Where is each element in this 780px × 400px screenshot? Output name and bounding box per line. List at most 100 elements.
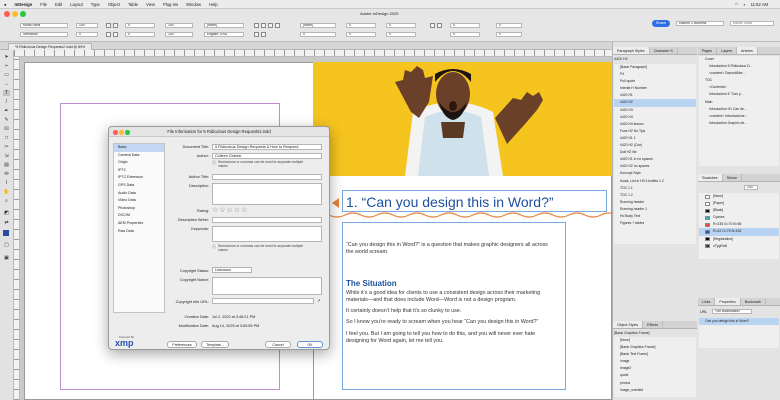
justify-icon[interactable] bbox=[275, 23, 280, 28]
rating-stars[interactable]: ☆☆☆☆☆ bbox=[212, 206, 248, 214]
para-style-field[interactable]: [None] bbox=[300, 23, 336, 28]
style-item-selected[interactable]: 4420 H2 bbox=[614, 99, 696, 107]
tint-field[interactable]: 100 bbox=[744, 185, 758, 190]
tab-links[interactable]: Links bbox=[698, 298, 716, 305]
shading-icon[interactable] bbox=[430, 23, 435, 28]
category-gps-data[interactable]: GPS Data bbox=[114, 182, 164, 190]
style-item[interactable]: P4 bbox=[614, 71, 696, 78]
category-camera-data[interactable]: Camera Data bbox=[114, 152, 164, 160]
category-dicom[interactable]: DICOM bbox=[114, 212, 164, 220]
template-button[interactable]: Template... bbox=[201, 341, 229, 348]
style-item[interactable]: [Basic Paragraph] bbox=[614, 64, 696, 71]
menu-help[interactable]: Help bbox=[209, 2, 218, 7]
tab-object-styles[interactable]: Object Styles bbox=[613, 321, 644, 328]
menu-plugins[interactable]: Plug-ins bbox=[163, 2, 178, 7]
category-origin[interactable]: Origin bbox=[114, 159, 164, 167]
article-item[interactable]: Cover bbox=[699, 56, 779, 63]
columns-field[interactable]: 0 bbox=[450, 23, 480, 28]
style-item[interactable]: TOC 1.2 bbox=[614, 192, 696, 199]
style-item[interactable]: Running header 1 bbox=[614, 206, 696, 213]
scale-v-field[interactable]: 100 bbox=[165, 32, 193, 37]
eyedropper-tool-icon[interactable]: ⌇ bbox=[3, 180, 10, 186]
stock-search-field[interactable]: Adobe Stock bbox=[730, 21, 774, 26]
tab-pages[interactable]: Pages bbox=[698, 47, 718, 54]
page-tool-icon[interactable]: ▭ bbox=[3, 72, 10, 78]
section-subhead[interactable]: The Situation bbox=[346, 279, 397, 288]
tab-character-styles[interactable]: Character S bbox=[650, 47, 678, 54]
swatch-item[interactable]: [Black] bbox=[699, 207, 779, 214]
swatch-item[interactable]: oTygRnB bbox=[699, 243, 779, 250]
indent-field[interactable]: 0 bbox=[300, 32, 336, 37]
article-item[interactable]: <Contents> bbox=[699, 84, 779, 91]
language-field[interactable]: English: USA bbox=[204, 32, 244, 37]
menu-type[interactable]: Type bbox=[91, 2, 100, 7]
menu-edit[interactable]: Edit bbox=[55, 2, 62, 7]
object-style-item[interactable]: [Basic Text Frame] bbox=[614, 351, 696, 358]
screen-mode-icon[interactable]: ▣ bbox=[3, 255, 10, 261]
object-style-item[interactable]: [Basic Graphics Frame] bbox=[614, 344, 696, 351]
article-item[interactable]: Introduction 5 Ridiculous D... bbox=[699, 63, 779, 70]
line-tool-icon[interactable]: / bbox=[3, 99, 10, 105]
tab-effects[interactable]: Effects bbox=[643, 321, 664, 328]
cancel-button[interactable]: Cancel bbox=[265, 341, 291, 348]
object-style-item[interactable]: quote bbox=[614, 372, 696, 379]
zoom-window-button[interactable] bbox=[20, 11, 26, 17]
grid-align-field[interactable]: 0 bbox=[496, 32, 522, 37]
document-tab[interactable]: *5 Ridiculous Design Requests2.indd @ 89… bbox=[8, 43, 93, 50]
border-icon[interactable] bbox=[437, 23, 442, 28]
body-paragraph-1b[interactable]: the world scream. bbox=[346, 249, 389, 256]
pen-tool-icon[interactable]: ✒ bbox=[3, 108, 10, 114]
font-style-field[interactable]: SemiBold bbox=[20, 32, 68, 37]
article-item[interactable]: Introduction Graphic de... bbox=[699, 120, 779, 127]
horizontal-ruler[interactable] bbox=[14, 50, 612, 57]
char-style-field[interactable]: [None] bbox=[204, 23, 244, 28]
hero-photo[interactable] bbox=[313, 62, 612, 176]
style-item[interactable]: Running header bbox=[614, 199, 696, 206]
note-tool-icon[interactable]: ✉ bbox=[3, 171, 10, 177]
search-icon[interactable]: ⌕ bbox=[743, 2, 745, 7]
doc-title-input[interactable]: 5 Ridiculous Design Requests & How to Re… bbox=[212, 144, 322, 150]
style-item[interactable]: Figures + tables bbox=[614, 220, 696, 227]
close-window-button[interactable] bbox=[4, 11, 10, 17]
tab-stroke[interactable]: Stroke bbox=[723, 174, 742, 181]
zoom-tool-icon[interactable]: ⌕ bbox=[3, 198, 10, 204]
workspace-switcher[interactable]: column 2 columns bbox=[676, 21, 724, 26]
style-item[interactable]: 4420 H1 in no spaces bbox=[614, 156, 696, 163]
style-item[interactable]: TOC 1.1 bbox=[614, 185, 696, 192]
align-right-icon[interactable] bbox=[268, 23, 273, 28]
open-url-icon[interactable]: ↗ bbox=[317, 298, 320, 303]
swatch-item[interactable]: [None] bbox=[699, 193, 779, 200]
author-input[interactable]: Colleen Gratzer bbox=[212, 153, 322, 159]
style-item[interactable]: 4420 H2 (Con) bbox=[614, 142, 696, 149]
style-item[interactable]: Kuals, List in H3 4 bullets 1.2 bbox=[614, 178, 696, 185]
font-size-field[interactable]: 100 bbox=[76, 23, 98, 28]
copyright-url-input[interactable] bbox=[212, 298, 314, 304]
style-item[interactable]: Ho Body Text bbox=[614, 213, 696, 220]
description-writer-input[interactable] bbox=[212, 217, 322, 223]
rectangle-tool-icon[interactable]: □ bbox=[3, 135, 10, 141]
object-style-item[interactable]: image_overlaid bbox=[614, 387, 696, 394]
article-item[interactable]: Introduction H1 Can de... bbox=[699, 106, 779, 113]
menu-object[interactable]: Object bbox=[108, 2, 120, 7]
category-raw-data[interactable]: Raw Data bbox=[114, 228, 164, 236]
style-item[interactable]: Interlat H Number bbox=[614, 85, 696, 92]
body-paragraph-2b[interactable]: materials—and that does include Word—Wor… bbox=[346, 297, 516, 304]
formatting-affects-icon[interactable] bbox=[3, 230, 9, 236]
fill-swatch-icon[interactable]: ◩ bbox=[3, 210, 10, 216]
preferences-button[interactable]: Preferences bbox=[167, 341, 197, 348]
dialog-zoom-button[interactable] bbox=[125, 130, 130, 135]
space-before-field[interactable]: 0 bbox=[346, 23, 376, 28]
menu-window[interactable]: Window bbox=[186, 2, 201, 7]
menu-view[interactable]: View bbox=[146, 2, 155, 7]
article-heading[interactable]: 1. “Can you design this in Word?” bbox=[346, 194, 554, 210]
copyright-status-select[interactable]: Unknown bbox=[212, 267, 252, 273]
swatch-item[interactable]: R=235 G=70 B=65 bbox=[699, 221, 779, 228]
direct-selection-tool-icon[interactable]: ➢ bbox=[3, 63, 10, 69]
category-audio-data[interactable]: Audio Data bbox=[114, 190, 164, 198]
style-item[interactable]: 4420 H3 bbox=[614, 107, 696, 114]
object-style-item[interactable]: [None] bbox=[614, 337, 696, 344]
tracking-field[interactable]: 0 bbox=[125, 23, 155, 28]
body-paragraph-3[interactable]: It certainly doesn’t help that it’s so c… bbox=[346, 308, 461, 315]
column-gap-field[interactable]: 0 bbox=[450, 32, 480, 37]
author-title-input[interactable] bbox=[212, 174, 322, 180]
